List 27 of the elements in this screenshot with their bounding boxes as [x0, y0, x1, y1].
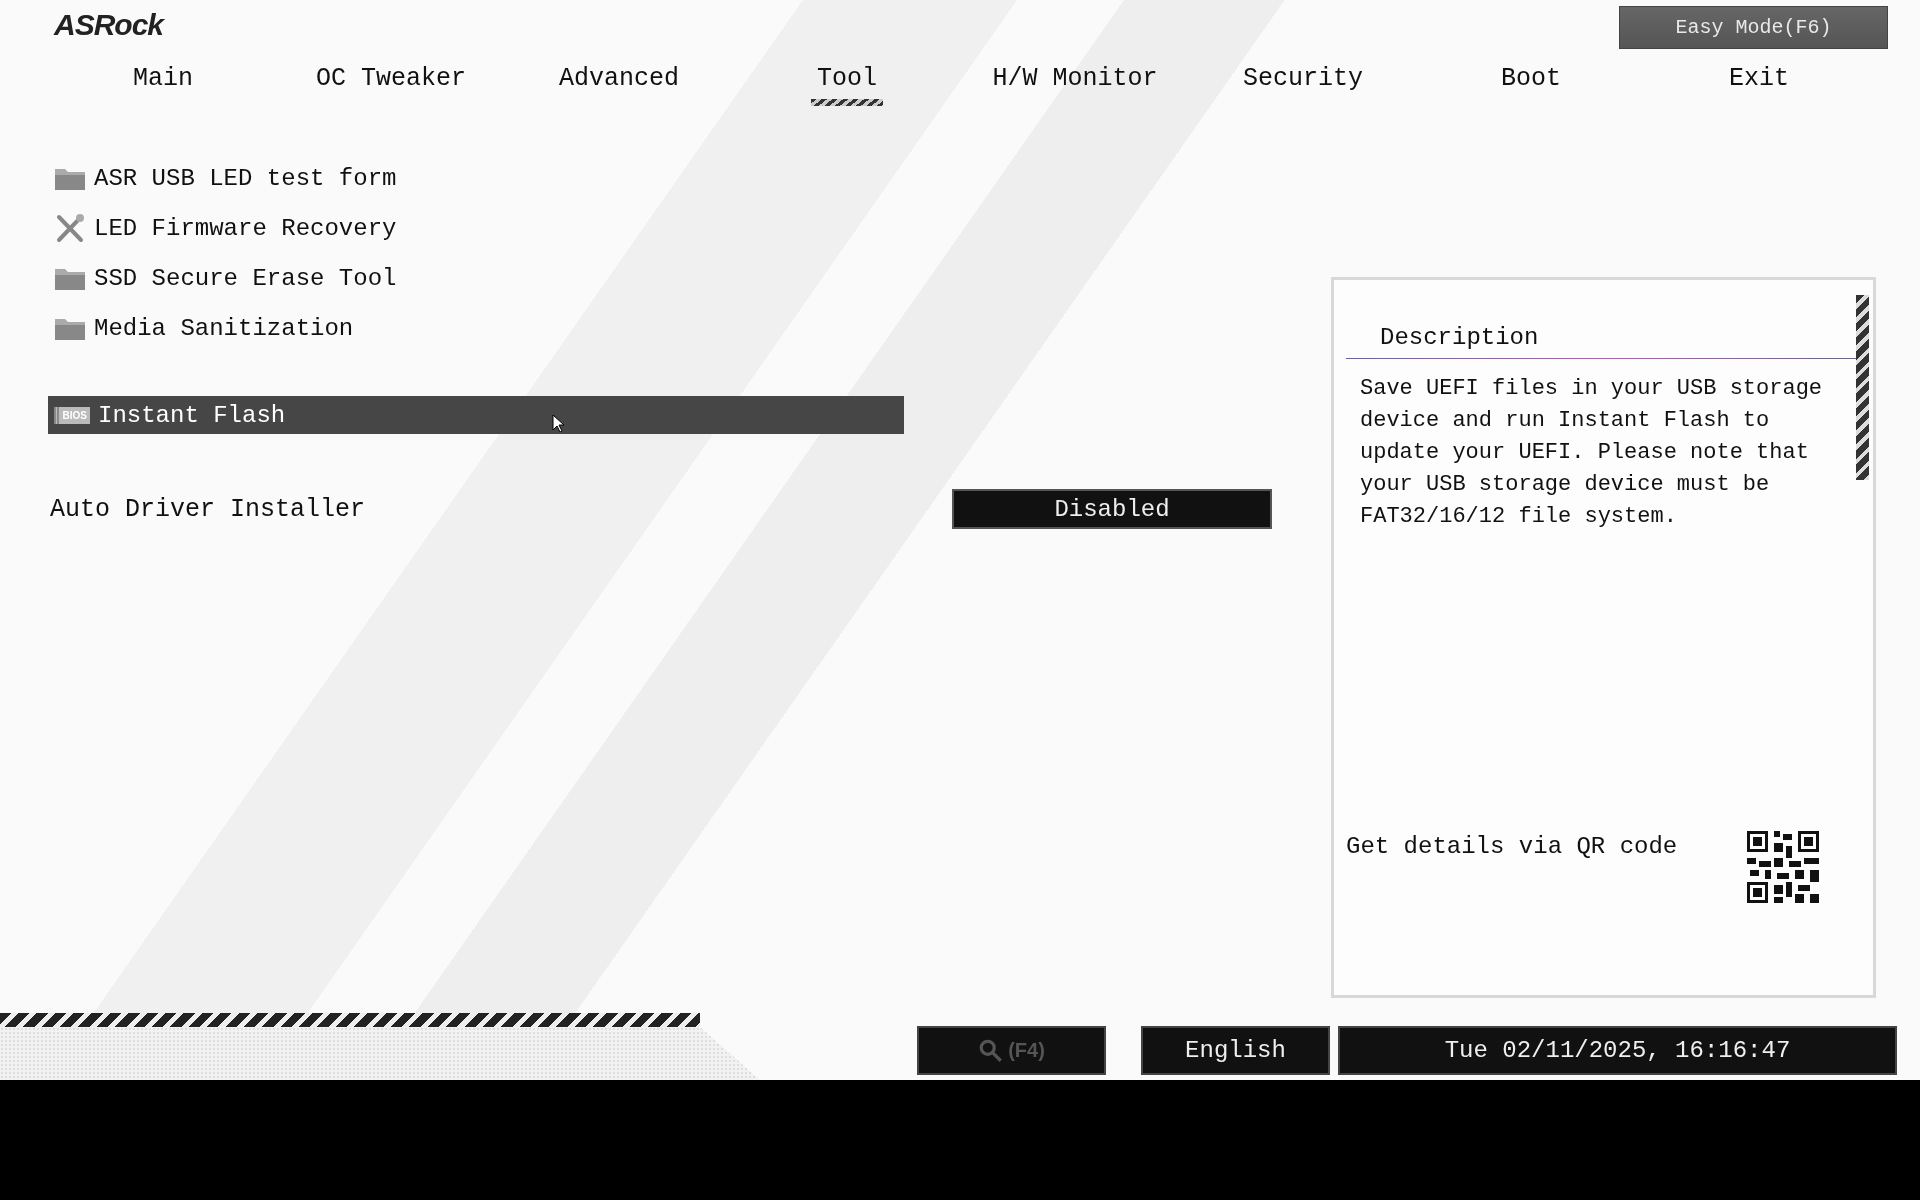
qr-label: Get details via QR code [1346, 833, 1678, 862]
tab[interactable]: Exit [1723, 64, 1795, 106]
search-icon [978, 1037, 1005, 1064]
tab[interactable]: Advanced [553, 64, 685, 106]
tab[interactable]: Security [1237, 64, 1369, 106]
mouse-cursor-icon [552, 414, 564, 432]
tab[interactable]: Main [127, 64, 199, 106]
menu-item[interactable]: ASR USB LED test form [48, 153, 904, 203]
menu-item[interactable]: BIOS Instant Flash [48, 396, 904, 434]
qr-code-icon [1747, 831, 1819, 903]
bios-badge: BIOS [54, 406, 90, 424]
tools-icon [54, 213, 86, 243]
easy-mode-button[interactable]: Easy Mode(F6) [1619, 6, 1888, 49]
date-time-display[interactable]: Tue 02/11/2025, 16:16:47 [1338, 1026, 1897, 1075]
logo: ASRock [54, 8, 164, 42]
setting-value-dropdown[interactable]: Disabled [952, 489, 1272, 529]
tab[interactable]: Tool [811, 64, 883, 106]
tab[interactable]: OC Tweaker [310, 64, 472, 106]
menu-item[interactable]: Media Sanitization [48, 303, 904, 353]
menu-item[interactable]: SSD Secure Erase Tool [48, 253, 904, 303]
setting-label: Auto Driver Installer [50, 494, 366, 524]
tab[interactable]: Boot [1495, 64, 1567, 106]
tab[interactable]: H/W Monitor [986, 64, 1164, 106]
description-text: Save UEFI files in your USB storage device and run Instant Flash to update your UEFI. Please note that your USB storage device must be FAT32/16/12 file system. [1360, 375, 1824, 531]
language-button[interactable]: English [1141, 1026, 1330, 1075]
description-title: Description [1380, 324, 1540, 353]
menu-item[interactable]: LED Firmware Recovery [48, 203, 904, 253]
